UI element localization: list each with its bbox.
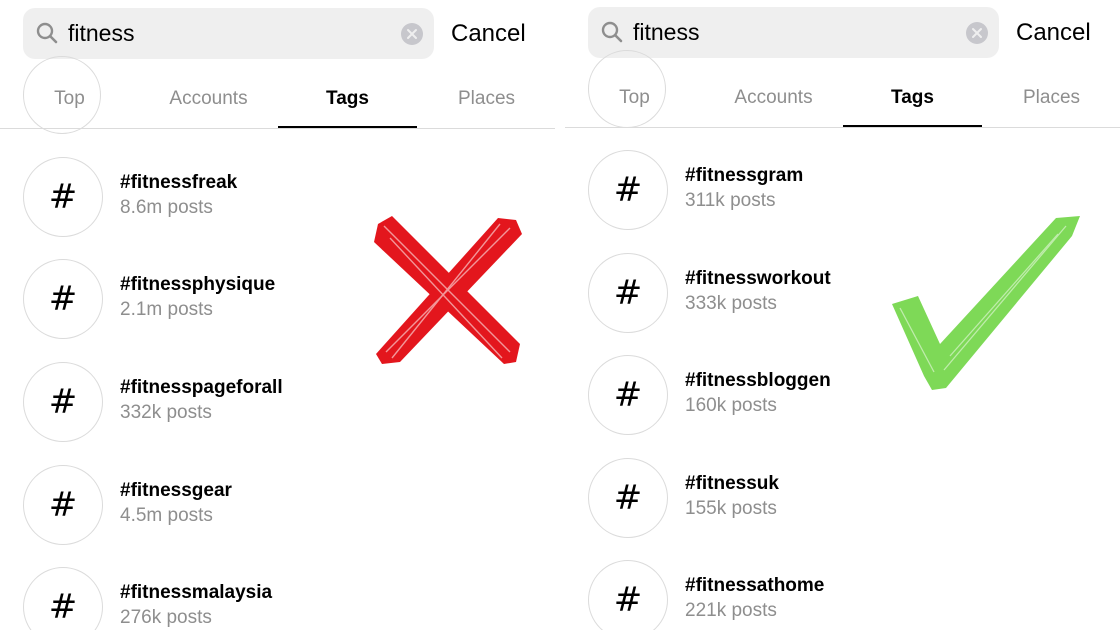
hashtag-name: #fitnessbloggen [685, 370, 831, 391]
hashtag-icon: # [588, 253, 668, 333]
search-icon [601, 21, 623, 43]
active-tab-indicator [843, 125, 982, 127]
hashtag-icon: # [23, 567, 103, 630]
tab-accounts[interactable]: Accounts [704, 87, 843, 109]
post-count: 160k posts [685, 395, 777, 416]
hashtag-icon: # [588, 150, 668, 230]
tab-places[interactable]: Places [982, 87, 1120, 109]
hashtag-name: #fitnessgear [120, 480, 232, 501]
scrolled-result-avatar [23, 56, 101, 134]
active-tab-indicator [278, 126, 417, 128]
list-item[interactable]: # #fitnessmalaysia 276k posts [23, 567, 543, 630]
clear-search-icon[interactable] [965, 21, 989, 45]
search-input[interactable]: fitness [23, 8, 434, 59]
hashtag-icon: # [23, 157, 103, 237]
search-query: fitness [68, 20, 135, 46]
hashtag-name: #fitnessphysique [120, 274, 276, 295]
cancel-button[interactable]: Cancel [1016, 19, 1091, 47]
post-count: 8.6m posts [120, 197, 213, 218]
post-count: 332k posts [120, 402, 212, 423]
list-item[interactable]: # #fitnessuk 155k posts [588, 458, 1108, 540]
post-count: 2.1m posts [120, 299, 213, 320]
tab-places[interactable]: Places [417, 88, 556, 110]
hashtag-name: #fitnessathome [685, 575, 825, 596]
hashtag-name: #fitnessuk [685, 473, 779, 494]
post-count: 276k posts [120, 607, 212, 628]
search-icon [36, 22, 58, 44]
list-item[interactable]: # #fitnessathome 221k posts [588, 560, 1108, 630]
tab-tags[interactable]: Tags [843, 87, 982, 109]
clear-search-icon[interactable] [400, 22, 424, 46]
tab-accounts[interactable]: Accounts [139, 88, 278, 110]
hashtag-name: #fitnessworkout [685, 268, 831, 289]
search-input[interactable]: fitness [588, 7, 999, 58]
hashtag-icon: # [23, 465, 103, 545]
tab-tags[interactable]: Tags [278, 88, 417, 110]
hashtag-icon: # [23, 362, 103, 442]
list-item[interactable]: # #fitnesspageforall 332k posts [23, 362, 543, 444]
hashtag-icon: # [588, 458, 668, 538]
post-count: 4.5m posts [120, 505, 213, 526]
green-checkmark-icon [892, 216, 1080, 390]
post-count: 311k posts [685, 190, 776, 211]
hashtag-icon: # [588, 560, 668, 630]
red-x-mark-icon [374, 216, 522, 364]
hashtag-icon: # [23, 259, 103, 339]
hashtag-name: #fitnesspageforall [120, 377, 283, 398]
scrolled-result-avatar [588, 50, 666, 128]
hashtag-name: #fitnessmalaysia [120, 582, 273, 603]
post-count: 333k posts [685, 293, 777, 314]
post-count: 155k posts [685, 498, 777, 519]
post-count: 221k posts [685, 600, 777, 621]
search-query: fitness [633, 19, 700, 45]
cancel-button[interactable]: Cancel [451, 20, 526, 48]
hashtag-name: #fitnessgram [685, 165, 804, 186]
hashtag-name: #fitnessfreak [120, 172, 238, 193]
hashtag-icon: # [588, 355, 668, 435]
list-item[interactable]: # #fitnessgear 4.5m posts [23, 465, 543, 547]
